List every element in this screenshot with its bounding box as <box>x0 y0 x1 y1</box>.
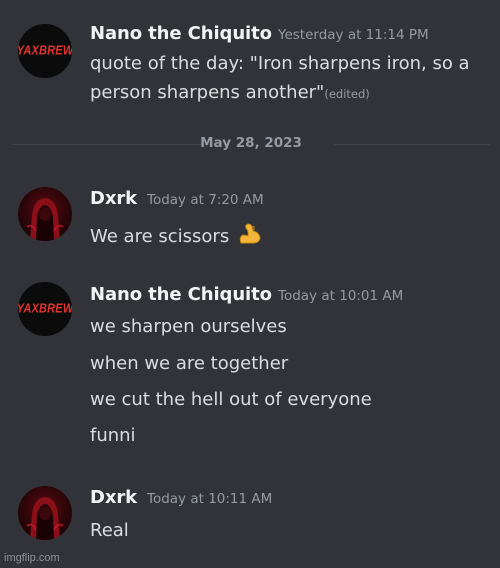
message-text: person sharpens another" <box>90 82 325 103</box>
message-text-line: We are scissors <box>90 223 262 250</box>
username[interactable]: Dxrk <box>90 188 137 209</box>
avatar[interactable]: YAXBREW <box>18 24 72 78</box>
edited-label: (edited) <box>324 87 370 101</box>
avatar-art-icon <box>26 497 64 540</box>
username[interactable]: Nano the Chiquito <box>90 284 272 305</box>
divider-date: May 28, 2023 <box>200 135 302 151</box>
message-text-line: funni <box>90 425 136 446</box>
avatar-logo-text: YAXBREW <box>18 302 72 316</box>
timestamp: Today at 10:01 AM <box>278 288 404 304</box>
avatar[interactable]: YAXBREW <box>18 282 72 336</box>
message-text-line: Real <box>90 520 129 541</box>
flexed-biceps-icon <box>238 223 262 250</box>
avatar[interactable] <box>18 187 72 241</box>
username[interactable]: Nano the Chiquito <box>90 23 272 44</box>
timestamp: Today at 7:20 AM <box>147 192 264 208</box>
timestamp: Today at 10:11 AM <box>147 491 273 507</box>
avatar-art-icon <box>26 198 64 241</box>
date-divider: May 28, 2023 <box>12 135 490 151</box>
message-text-line: when we are together <box>90 353 289 374</box>
message-text: We are scissors <box>90 226 230 247</box>
message-text-line: we cut the hell out of everyone <box>90 389 372 410</box>
message-text-line: quote of the day: "Iron sharpens iron, s… <box>90 53 470 74</box>
avatar-logo-text: YAXBREW <box>18 44 72 58</box>
message-text-line: person sharpens another"(edited) <box>90 82 370 103</box>
avatar[interactable] <box>18 486 72 540</box>
message-text-line: we sharpen ourselves <box>90 316 287 337</box>
username[interactable]: Dxrk <box>90 487 137 508</box>
timestamp: Yesterday at 11:14 PM <box>278 27 429 43</box>
watermark: imgflip.com <box>4 552 60 564</box>
